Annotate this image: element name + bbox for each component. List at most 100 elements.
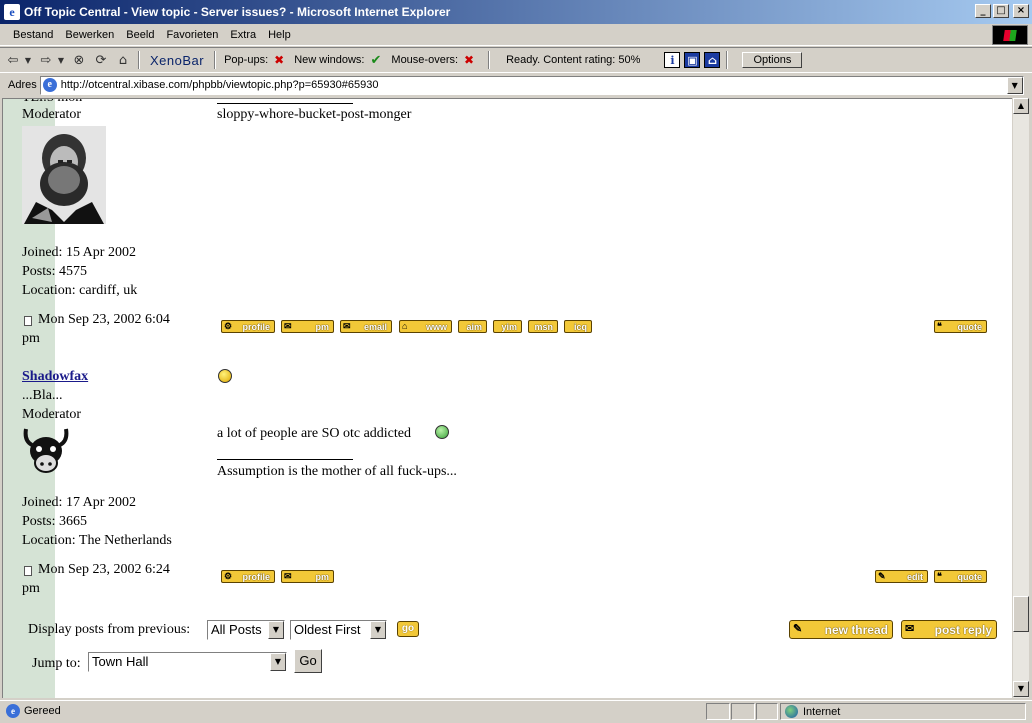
back-dropdown-icon[interactable]: ▼ [23, 51, 33, 69]
popups-label[interactable]: Pop-ups: [224, 54, 268, 66]
status-panel [756, 703, 778, 720]
jump-to-select[interactable]: Town Hall ▼ [88, 652, 287, 672]
chevron-down-icon[interactable]: ▼ [270, 653, 286, 671]
minimize-button[interactable]: _ [975, 4, 991, 18]
display-go-button[interactable]: go [397, 621, 419, 637]
post1-aim-button[interactable]: aim [458, 320, 487, 333]
yim-label: yim [501, 321, 517, 332]
post1-msn-button[interactable]: msn [528, 320, 558, 333]
display-posts-value: All Posts [211, 622, 262, 637]
vertical-scrollbar[interactable]: ▲ ▼ [1012, 98, 1029, 698]
post2-pm-button[interactable]: ✉ pm [281, 570, 334, 583]
xenobar-label[interactable]: XenoBar [150, 53, 204, 68]
post1-email-button[interactable]: ✉ email [340, 320, 392, 333]
mouseovers-blocked-icon[interactable]: ✖ [464, 53, 474, 67]
sort-order-select[interactable]: Oldest First ▼ [290, 620, 387, 640]
display-posts-select[interactable]: All Posts ▼ [207, 620, 285, 640]
post1-avatar [22, 126, 106, 224]
back-icon[interactable]: ⇦ [4, 51, 22, 69]
pm-label: pm [315, 571, 330, 582]
post1-pm-button[interactable]: ✉ pm [281, 320, 334, 333]
address-dropdown-icon[interactable]: ▼ [1006, 76, 1023, 94]
address-url[interactable]: http://otcentral.xibase.com/phpbb/viewto… [61, 79, 379, 91]
post1-joined: Joined: 15 Apr 2002 [22, 245, 136, 260]
pm-icon: ✉ [284, 321, 292, 331]
chevron-down-icon[interactable]: ▼ [370, 621, 386, 639]
post1-www-button[interactable]: ⌂ www [399, 320, 452, 333]
post2-author-link[interactable]: Shadowfax [22, 369, 88, 385]
internet-globe-icon [785, 705, 798, 718]
toolbar: ⇦ ▼ ⇨ ▼ ⊗ ⟳ ⌂ XenoBar Pop-ups: ✖ New win… [0, 47, 1032, 73]
post1-icq-button[interactable]: icq [564, 320, 592, 333]
www-label: www [425, 321, 447, 332]
email-label: email [363, 321, 387, 332]
popups-blocked-icon[interactable]: ✖ [274, 53, 284, 67]
scroll-down-icon[interactable]: ▼ [1013, 681, 1029, 697]
post2-user-title: ...Bla... [22, 388, 63, 403]
status-text: Gereed [24, 704, 61, 717]
new-thread-button[interactable]: ✎ new thread [789, 620, 893, 639]
profile-label: profile [242, 571, 270, 582]
post2-edit-button[interactable]: ✎ edit [875, 570, 928, 583]
post1-signature: sloppy-whore-bucket-post-monger [217, 107, 412, 122]
forward-dropdown-icon[interactable]: ▼ [56, 51, 66, 69]
post2-profile-button[interactable]: ⚙ profile [221, 570, 275, 583]
jump-to-label: Jump to: [32, 656, 81, 671]
post2-date: Mon Sep 23, 2002 6:24 [38, 562, 170, 577]
post-page-icon[interactable] [24, 316, 32, 326]
post1-location: Location: cardiff, uk [22, 283, 138, 298]
scroll-up-icon[interactable]: ▲ [1013, 98, 1029, 114]
profile-label: profile [242, 321, 270, 332]
jump-go-button[interactable]: Go [294, 649, 322, 673]
status-bar: e Gereed Internet [0, 700, 1032, 720]
home-icon[interactable]: ⌂ [114, 51, 132, 69]
post-reply-icon: ✉ [905, 623, 915, 635]
page-icon: e [42, 78, 57, 92]
forward-icon[interactable]: ⇨ [37, 51, 55, 69]
menu-help[interactable]: Help [262, 29, 297, 41]
refresh-icon[interactable]: ⟳ [92, 51, 110, 69]
scrollbar-thumb[interactable] [1013, 596, 1029, 632]
address-input[interactable]: e http://otcentral.xibase.com/phpbb/view… [39, 75, 1024, 95]
post2-avatar [22, 425, 70, 475]
marx-portrait-image [22, 126, 106, 224]
post2-quote-button[interactable]: ❝ quote [934, 570, 987, 583]
post2-title-smiley-icon [218, 369, 232, 383]
close-button[interactable]: × [1013, 4, 1029, 18]
toolbar-separator [138, 51, 140, 69]
pm-label: pm [315, 321, 330, 332]
new-windows-label[interactable]: New windows: [294, 54, 364, 66]
email-icon: ✉ [343, 321, 351, 331]
restore-button[interactable]: □ [993, 4, 1009, 18]
bookmark-icon[interactable]: ▣ [684, 52, 701, 68]
www-icon: ⌂ [402, 321, 408, 331]
menu-beeld[interactable]: Beeld [120, 29, 160, 41]
options-button[interactable]: Options [742, 52, 803, 68]
menu-bestand[interactable]: Bestand [0, 29, 59, 41]
quote-label: quote [957, 321, 983, 332]
post1-yim-button[interactable]: yim [493, 320, 522, 333]
display-posts-label: Display posts from previous: [28, 622, 191, 637]
mouseovers-label[interactable]: Mouse-overs: [391, 54, 458, 66]
toolbar-separator [214, 51, 217, 69]
new-windows-check-icon[interactable]: ✔ [371, 53, 382, 68]
chevron-down-icon[interactable]: ▼ [268, 621, 284, 639]
post2-post-count: Posts: 3665 [22, 514, 87, 529]
menu-favorieten[interactable]: Favorieten [160, 29, 224, 41]
post-page-icon[interactable] [24, 566, 32, 576]
quote-icon: ❝ [937, 321, 942, 331]
menu-extra[interactable]: Extra [224, 29, 262, 41]
info-icon[interactable]: i [664, 52, 681, 68]
msn-label: msn [534, 321, 553, 332]
post2-location: Location: The Netherlands [22, 533, 172, 548]
menu-bewerken[interactable]: Bewerken [59, 29, 120, 41]
post1-rank-partial: TEl:5 mon [22, 99, 82, 106]
post-reply-button[interactable]: ✉ post reply [901, 620, 997, 639]
toolbar-separator [488, 51, 491, 69]
house-icon[interactable]: ⌂ [704, 52, 721, 68]
post2-rank: Moderator [22, 407, 82, 422]
page-viewport: TEl:5 mon Moderator sloppy-whore-bucket-… [2, 98, 1012, 698]
stop-icon[interactable]: ⊗ [70, 51, 88, 69]
post1-profile-button[interactable]: ⚙ profile [221, 320, 275, 333]
post1-quote-button[interactable]: ❝ quote [934, 320, 987, 333]
